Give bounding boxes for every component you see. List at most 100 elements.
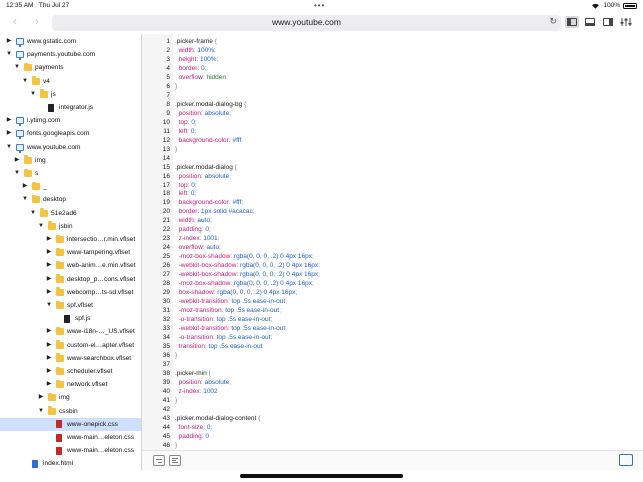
- disclosure-collapsed-icon[interactable]: ▶: [45, 365, 53, 378]
- code-token: left: [175, 190, 188, 198]
- code-token: top .5s ease-in-out: [216, 334, 271, 341]
- tree-item[interactable]: ▼ js: [0, 88, 141, 101]
- sidebar-left-layout-icon[interactable]: [565, 16, 579, 28]
- code-token: -o-transition: [175, 334, 213, 341]
- tree-item[interactable]: ▼ jsbin: [0, 220, 141, 233]
- disclosure-expanded-icon[interactable]: ▼: [5, 48, 13, 61]
- format-code-icon[interactable]: [153, 455, 165, 466]
- code-token: }: [175, 82, 178, 90]
- text-align-icon[interactable]: [169, 455, 181, 466]
- disclosure-expanded-icon[interactable]: ▼: [37, 220, 45, 233]
- line-number: 12: [162, 136, 170, 144]
- line-number: 37: [162, 360, 170, 368]
- line-number: 14: [162, 154, 170, 162]
- tree-item[interactable]: ▶ webcomp…ts-sd.vflset: [0, 286, 141, 299]
- disclosure-collapsed-icon[interactable]: ▶: [45, 246, 53, 259]
- folder-icon: [56, 340, 64, 349]
- tree-item[interactable]: ▶ scheduler.vflset: [0, 365, 141, 378]
- forward-button[interactable]: ›: [31, 15, 43, 29]
- disclosure-collapsed-icon[interactable]: ▶: [13, 154, 21, 167]
- tree-item[interactable]: ▼ payments: [0, 61, 141, 74]
- disclosure-collapsed-icon[interactable]: ▶: [5, 35, 13, 48]
- tree-item[interactable]: ▼ s: [0, 167, 141, 180]
- code-token: ;: [210, 423, 213, 431]
- tree-item[interactable]: ▼ spf.vflset: [0, 299, 141, 312]
- disclosure-collapsed-icon[interactable]: ▶: [45, 339, 53, 352]
- disclosure-expanded-icon[interactable]: ▼: [37, 405, 45, 418]
- tree-item[interactable]: ▶ www-tampering.vflset: [0, 246, 141, 259]
- code-text: -moz-box-shadow: rgba(0, 0, 0, .2) 0 4px…: [175, 252, 314, 261]
- disclosure-expanded-icon[interactable]: ▼: [29, 207, 37, 220]
- multitasking-dots-icon[interactable]: •••: [314, 1, 325, 10]
- reload-icon[interactable]: ↻: [549, 16, 557, 27]
- tree-item[interactable]: ▶ fonts.googleapis.com: [0, 127, 141, 140]
- tree-item[interactable]: ▶ custom-el…apter.vflset: [0, 339, 141, 352]
- tree-item[interactable]: ▼ v4: [0, 75, 141, 88]
- disclosure-collapsed-icon[interactable]: ▶: [45, 378, 53, 391]
- disclosure-collapsed-icon[interactable]: ▶: [45, 352, 53, 365]
- code-token: rgba(0, 0, 0, .2) 0 4px 16px: [217, 289, 296, 297]
- code-editor[interactable]: 1 .picker-frame {2 width: 100%; 3 height: …: [142, 34, 643, 450]
- tree-item[interactable]: ▶ i.ytimg.com: [0, 114, 141, 127]
- address-bar[interactable]: www.youtube.com ↻: [52, 15, 561, 31]
- tree-item[interactable]: ▼ www.youtube.com: [0, 141, 141, 154]
- tree-item[interactable]: ▶ intersectio…r.min.vflset: [0, 233, 141, 246]
- code-text: padding: 0: [175, 432, 209, 441]
- disclosure-collapsed-icon[interactable]: ▶: [45, 233, 53, 246]
- code-line: 10 top: 0;: [142, 118, 643, 127]
- tree-item[interactable]: www-onepick.css: [0, 417, 141, 431]
- tree-item[interactable]: ▶ www-searchbox.vflset: [0, 352, 141, 365]
- code-text: width: auto;: [175, 216, 212, 225]
- code-text: -moz-transition: top .5s ease-in-out;: [175, 306, 281, 315]
- disclosure-expanded-icon[interactable]: ▼: [21, 75, 29, 88]
- disclosure-collapsed-icon[interactable]: ▶: [45, 259, 53, 272]
- code-token: }: [175, 396, 178, 404]
- disclosure-collapsed-icon[interactable]: ▶: [45, 273, 53, 286]
- disclosure-collapsed-icon[interactable]: ▶: [45, 325, 53, 338]
- tree-item[interactable]: www-main…eleton.css: [0, 444, 141, 457]
- disclosure-expanded-icon[interactable]: ▼: [21, 193, 29, 206]
- disclosure-collapsed-icon[interactable]: ▶: [45, 286, 53, 299]
- bottom-panel-layout-icon[interactable]: [583, 16, 597, 28]
- tree-item[interactable]: ▶ _: [0, 180, 141, 193]
- tree-item[interactable]: ▼ payments.youtube.com: [0, 48, 141, 61]
- tree-item[interactable]: ▶ img: [0, 391, 141, 404]
- tree-item[interactable]: ▼ 51e2ad6: [0, 207, 141, 220]
- tree-item[interactable]: index.html: [0, 457, 141, 470]
- tree-item[interactable]: ▶ network.vflset: [0, 378, 141, 391]
- tree-item[interactable]: ▶ www-i18n-…_US.vflset: [0, 325, 141, 338]
- tree-item-label: webcomp…ts-sd.vflset: [67, 288, 134, 296]
- tree-item[interactable]: ▶ www.gstatic.com: [0, 35, 141, 48]
- code-token: ;: [194, 127, 197, 135]
- disclosure-expanded-icon[interactable]: ▼: [13, 61, 21, 74]
- sidebar-right-layout-icon[interactable]: [601, 16, 615, 28]
- tree-item[interactable]: ▶ img: [0, 154, 141, 167]
- code-line: 41}: [142, 396, 643, 405]
- disclosure-expanded-icon[interactable]: ▼: [45, 299, 53, 312]
- code-token: 1002: [203, 387, 218, 395]
- disclosure-expanded-icon[interactable]: ▼: [5, 141, 13, 154]
- disclosure-collapsed-icon[interactable]: ▶: [21, 180, 29, 193]
- tree-item[interactable]: ▶ desktop_p…cons.vflset: [0, 273, 141, 286]
- tree-item[interactable]: ▼ desktop: [0, 193, 141, 206]
- domain-icon: [16, 51, 24, 61]
- line-number: 10: [162, 118, 170, 126]
- code-text: padding: 0;: [175, 225, 211, 234]
- code-line: 39 position: absolute;: [142, 378, 643, 387]
- tree-item[interactable]: spf.js: [0, 312, 141, 325]
- settings-sliders-icon[interactable]: [619, 16, 633, 28]
- disclosure-expanded-icon[interactable]: ▼: [29, 88, 37, 101]
- line-number: 40: [162, 387, 170, 395]
- tree-item[interactable]: ▶ web-anim…e.min.vflset: [0, 259, 141, 272]
- tree-item[interactable]: ▼ cssbin: [0, 405, 141, 418]
- disclosure-collapsed-icon[interactable]: ▶: [37, 391, 45, 404]
- tree-item[interactable]: www-main…eleton.css: [0, 431, 141, 444]
- code-token: auto: [206, 244, 220, 252]
- back-button[interactable]: ‹: [9, 15, 21, 29]
- line-number: 3: [166, 55, 170, 63]
- disclosure-expanded-icon[interactable]: ▼: [13, 167, 21, 180]
- disclosure-collapsed-icon[interactable]: ▶: [5, 114, 13, 127]
- copy-window-icon[interactable]: [619, 454, 633, 466]
- tree-item[interactable]: integrator.js: [0, 101, 141, 114]
- disclosure-collapsed-icon[interactable]: ▶: [5, 127, 13, 140]
